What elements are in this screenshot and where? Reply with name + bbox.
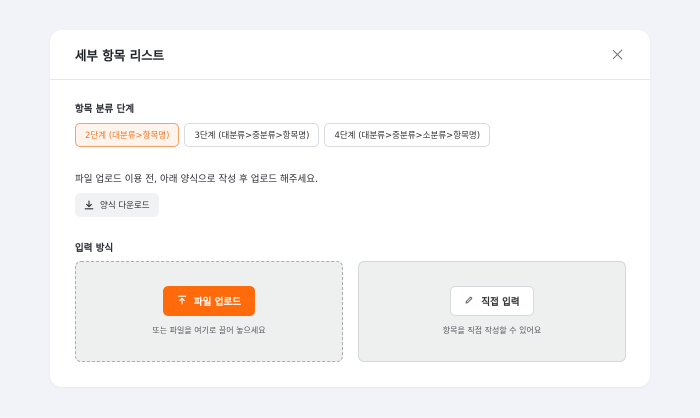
pencil-icon: [464, 295, 474, 308]
upload-notice: 파일 업로드 이용 전, 아래 양식으로 작성 후 업로드 해주세요.: [75, 174, 318, 185]
upload-icon: [177, 295, 187, 308]
item-list-modal: 세부 항목 리스트 항목 분류 단계 2단계 (대분류>항목명) 3단계 (대분…: [50, 30, 650, 387]
close-icon[interactable]: [610, 47, 626, 63]
download-icon: [84, 200, 94, 210]
file-upload-label: 파일 업로드: [193, 297, 241, 308]
file-drop-zone[interactable]: 파일 업로드 또는 파일을 여기로 끌어 놓으세요: [75, 261, 343, 362]
direct-input-label: 직접 입력: [481, 297, 520, 308]
drop-hint: 또는 파일을 여기로 끌어 놓으세요: [152, 326, 266, 335]
file-upload-button[interactable]: 파일 업로드: [163, 286, 255, 316]
level-option-2[interactable]: 2단계 (대분류>항목명): [75, 123, 180, 147]
level-option-4[interactable]: 4단계 (대분류>중분류>소분류>항목명): [324, 123, 491, 147]
modal-title: 세부 항목 리스트: [75, 48, 165, 63]
direct-input-button[interactable]: 직접 입력: [450, 286, 534, 316]
classification-options: 2단계 (대분류>항목명) 3단계 (대분류>중분류>항목명) 4단계 (대분류…: [75, 123, 491, 147]
direct-input-hint: 항목을 직접 작성할 수 있어요: [442, 326, 542, 335]
template-download-label: 양식 다운로드: [100, 201, 150, 211]
direct-input-panel: 직접 입력 항목을 직접 작성할 수 있어요: [358, 261, 626, 362]
template-download-button[interactable]: 양식 다운로드: [75, 193, 159, 217]
modal-header: 세부 항목 리스트: [50, 30, 650, 80]
input-method-label: 입력 방식: [75, 243, 114, 254]
classification-label: 항목 분류 단계: [75, 104, 135, 115]
level-option-3[interactable]: 3단계 (대분류>중분류>항목명): [184, 123, 320, 147]
